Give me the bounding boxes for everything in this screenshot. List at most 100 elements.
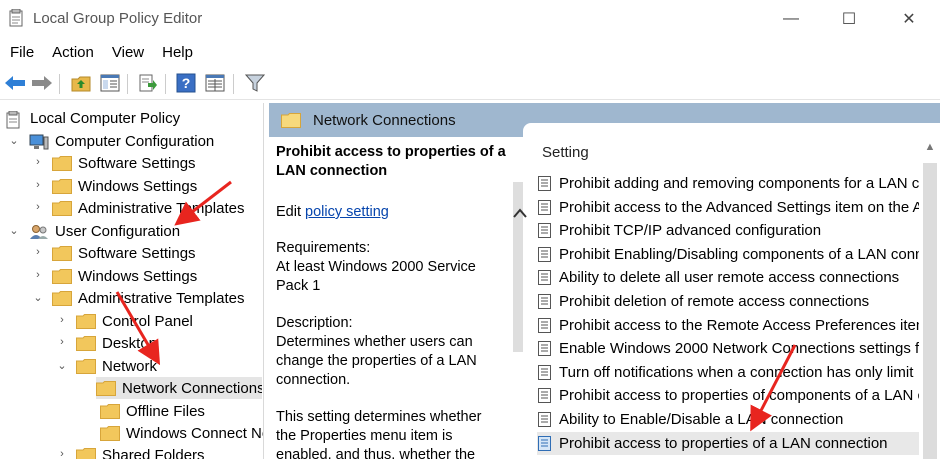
back-icon[interactable] [3,71,27,95]
title-bar: Local Group Policy Editor — ☐ ✕ [0,0,940,38]
chevron-down-icon[interactable]: ⌄ [9,135,19,147]
extended-view-icon[interactable] [203,71,227,95]
setting-label: Turn off notifications when a connection… [559,363,914,381]
policy-setting-icon [537,387,553,404]
tree-network-connections[interactable]: Network Connections [96,377,262,399]
chevron-right-icon[interactable]: › [33,246,43,258]
description-text: This setting determines whether [276,409,482,425]
tree-desktop[interactable]: Desktop [76,332,157,354]
tree-cc-administrative-templates[interactable]: Administrative Templates [52,197,244,219]
tree-label: Control Panel [102,312,193,330]
policy-setting-icon [537,175,553,192]
tree-label: Software Settings [78,154,196,172]
up-folder-icon[interactable] [69,71,93,95]
settings-scrollbar[interactable]: ▲ [919,123,940,459]
policy-editor-icon [9,8,25,27]
tree-shared-folders[interactable]: Shared Folders [76,444,205,459]
setting-label: Prohibit TCP/IP advanced configuration [559,222,822,240]
policy-setting-icon [537,340,553,357]
tree-label: Windows Connect Now [126,424,263,442]
tree-control-panel[interactable]: Control Panel [76,310,193,332]
chevron-right-icon[interactable]: › [33,201,43,213]
setting-label: Prohibit adding and removing components … [559,175,919,192]
policy-icon [6,110,24,128]
computer-icon [29,134,49,149]
setting-row[interactable]: Prohibit access to properties of compone… [537,455,919,459]
setting-row[interactable]: Prohibit deletion of remote access conne… [537,290,919,313]
chevron-right-icon[interactable]: › [57,336,67,348]
tree-label: Network Connections [122,379,262,397]
chevron-right-icon[interactable]: › [33,269,43,281]
tree-label: Local Computer Policy [30,109,181,127]
setting-label: Prohibit access to the Remote Access Pre… [559,316,919,334]
minimize-button[interactable]: — [760,0,822,38]
edit-policy-setting-link[interactable]: policy setting [305,204,389,220]
setting-row[interactable]: Prohibit access to the Remote Access Pre… [537,314,919,337]
tree-uc-windows-settings[interactable]: Windows Settings [52,265,197,287]
chevron-right-icon[interactable]: › [57,448,67,459]
setting-label: Prohibit Enabling/Disabling components o… [559,245,919,263]
setting-row[interactable]: Ability to Enable/Disable a LAN connecti… [537,408,919,431]
setting-row[interactable]: Prohibit access to properties of compone… [537,384,919,407]
policy-setting-icon [537,246,553,263]
scroll-up-icon[interactable] [509,203,531,223]
chevron-right-icon[interactable]: › [33,156,43,168]
setting-label: Prohibit deletion of remote access conne… [559,293,870,310]
folder-icon [281,112,301,128]
menu-view[interactable]: View [102,40,152,66]
folder-icon [96,380,116,396]
maximize-button[interactable]: ☐ [818,0,880,38]
description-text: connection. [276,372,351,388]
folder-icon [76,313,96,329]
tree-cc-software-settings[interactable]: Software Settings [52,152,196,174]
menu-file[interactable]: File [0,40,42,66]
setting-row[interactable]: Prohibit access to properties of a LAN c… [537,431,919,455]
help-icon[interactable]: ? [174,71,198,95]
tree-local-computer-policy[interactable]: Local Computer Policy [6,107,180,129]
tree-network[interactable]: Network [76,355,157,377]
chevron-down-icon[interactable]: ⌄ [33,292,43,304]
export-list-icon[interactable] [136,71,160,95]
scrollbar-thumb[interactable] [923,163,937,459]
policy-setting-icon [537,364,553,381]
tree-windows-connect-now[interactable]: Windows Connect Now [100,422,263,444]
menu-help[interactable]: Help [152,40,201,66]
setting-row[interactable]: Turn off notifications when a connection… [537,361,919,384]
setting-row[interactable]: Prohibit access to the Advanced Settings… [537,196,919,219]
setting-label: Prohibit access to the Advanced Settings… [559,198,919,216]
chevron-right-icon[interactable]: › [57,314,67,326]
menu-action[interactable]: Action [42,40,102,66]
forward-icon[interactable] [30,71,54,95]
tree-label: Windows Settings [78,177,198,195]
tree-cc-windows-settings[interactable]: Windows Settings [52,175,197,197]
tree-uc-administrative-templates[interactable]: Administrative Templates [52,287,244,309]
setting-row[interactable]: Prohibit Enabling/Disabling components o… [537,243,919,266]
toolbar: ? [0,68,940,100]
filter-icon[interactable] [243,71,267,95]
tree-label: Shared Folders [102,446,205,459]
tree-label: Network [102,357,158,375]
policy-setting-icon [537,293,553,310]
chevron-down-icon[interactable]: ⌄ [57,360,67,372]
show-hide-tree-icon[interactable] [98,71,122,95]
chevron-down-icon[interactable]: ⌄ [9,225,19,237]
setting-row[interactable]: Prohibit adding and removing components … [537,172,919,195]
tree-uc-software-settings[interactable]: Software Settings [52,242,196,264]
description-scrollbar[interactable] [513,137,523,459]
policy-setting-icon [537,269,553,286]
tree-computer-configuration[interactable]: Computer Configuration [29,130,214,152]
setting-label: Prohibit access to properties of a LAN c… [559,434,888,452]
folder-icon [52,155,72,171]
setting-row[interactable]: Ability to delete all user remote access… [537,266,919,289]
tree-offline-files[interactable]: Offline Files [100,400,205,422]
setting-label: Enable Windows 2000 Network Connections … [559,340,919,358]
setting-column-header[interactable]: Setting [542,144,589,161]
setting-row[interactable]: Prohibit TCP/IP advanced configuration [537,219,919,242]
folder-icon [76,335,96,351]
scroll-up-arrow-icon[interactable]: ▲ [923,141,937,155]
setting-row[interactable]: Enable Windows 2000 Network Connections … [537,337,919,360]
navigation-tree: Local Computer Policy ⌄ Computer Configu… [0,103,264,459]
close-button[interactable]: ✕ [878,0,940,38]
tree-user-configuration[interactable]: User Configuration [29,220,180,242]
chevron-right-icon[interactable]: › [33,179,43,191]
